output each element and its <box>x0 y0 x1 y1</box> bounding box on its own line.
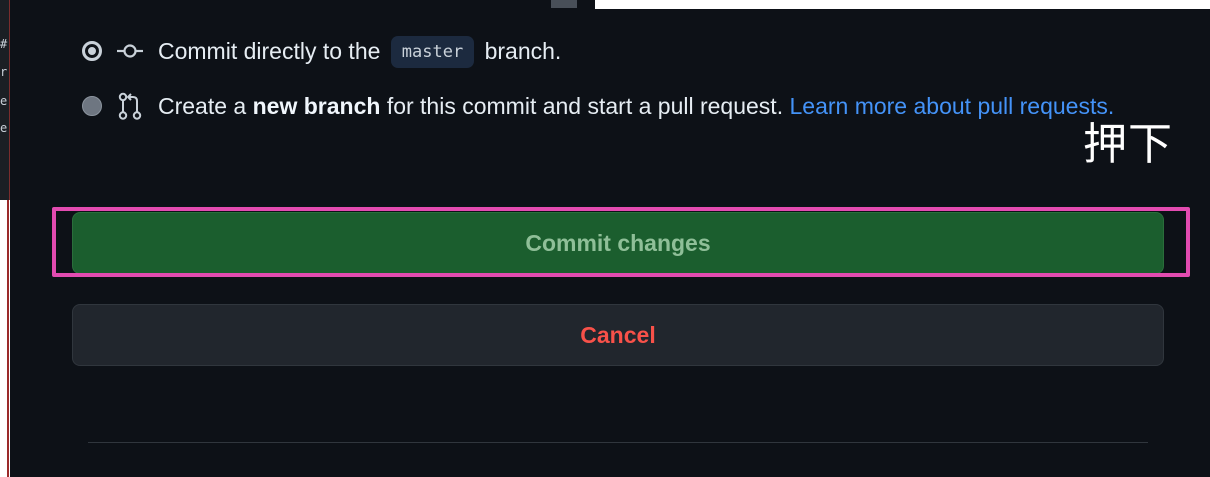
edge-text-fragment: e <box>0 94 8 108</box>
new-branch-text-after: for this commit and start a pull request… <box>386 93 784 119</box>
highlight-annotation-box <box>52 207 1190 277</box>
background-window-edge: # r e e <box>0 0 10 200</box>
new-branch-bold: new branch <box>252 93 381 119</box>
panel-top-band <box>10 0 595 9</box>
edge-text-fragment: e <box>0 121 8 135</box>
new-branch-text-before: Create a <box>158 93 247 119</box>
cancel-button[interactable]: Cancel <box>72 304 1164 366</box>
branch-name-badge: master <box>390 36 475 68</box>
scrollbar-stub <box>551 0 577 8</box>
edge-text-fragment: # <box>0 37 8 51</box>
commit-direct-text-after: branch. <box>484 38 562 64</box>
git-pull-request-icon <box>116 86 144 138</box>
learn-more-link[interactable]: Learn more about pull requests. <box>789 93 1114 119</box>
commit-direct-option[interactable]: Commit directly to the master branch. <box>82 31 561 83</box>
annotation-label: 押下 <box>1083 119 1173 170</box>
screenshot-stage: # r e e Commit directly to the master br… <box>0 0 1210 477</box>
new-branch-radio[interactable] <box>82 96 102 116</box>
commit-direct-radio[interactable] <box>82 41 102 61</box>
background-window-edge-lower <box>0 200 9 477</box>
git-commit-icon <box>116 31 144 83</box>
new-branch-option[interactable]: Create a new branch for this commit and … <box>82 86 1172 138</box>
divider <box>88 442 1148 443</box>
edge-text-fragment: r <box>0 65 8 79</box>
commit-direct-text-before: Commit directly to the <box>158 38 381 64</box>
